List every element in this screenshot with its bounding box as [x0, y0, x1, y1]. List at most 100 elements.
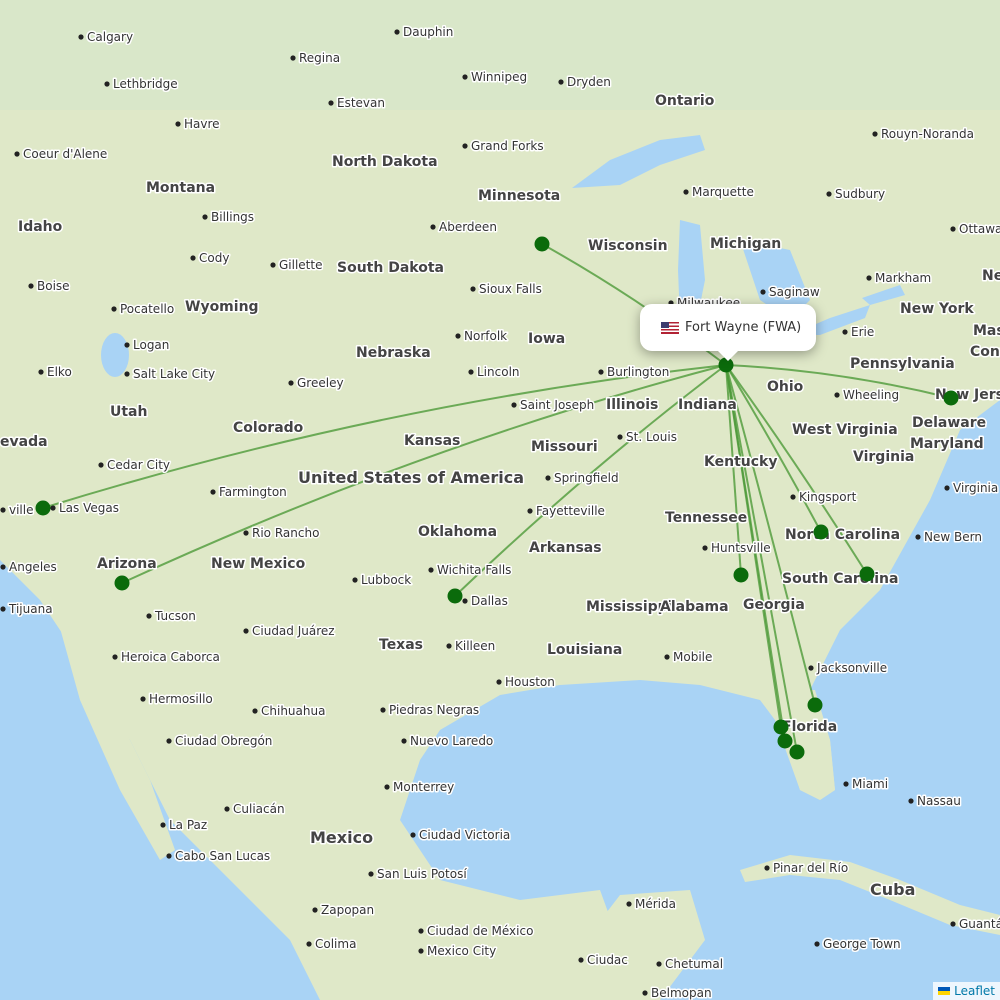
city-label: Billings — [211, 210, 254, 224]
route-map[interactable]: United States of America Mexico Cuba North … — [0, 0, 1000, 1000]
city-dot — [545, 475, 551, 481]
attribution[interactable]: Leaflet — [933, 982, 1000, 1000]
city-dot — [842, 329, 848, 335]
city-label: Coeur d'Alene — [23, 147, 107, 161]
city-label: Greeley — [297, 376, 344, 390]
city-dot — [430, 224, 436, 230]
airport-marker[interactable] — [807, 697, 823, 713]
country-label: Cuba — [870, 880, 915, 899]
region-label: New Mexico — [211, 556, 306, 572]
city-dot — [210, 489, 216, 495]
city-dot — [578, 957, 584, 963]
city-label: Guantá — [959, 917, 1000, 931]
city-dot — [78, 34, 84, 40]
region-label: Michigan — [710, 236, 781, 252]
region-label: Georgia — [743, 597, 805, 613]
city-dot — [0, 507, 6, 513]
city-dot — [50, 505, 56, 511]
airport-marker[interactable] — [114, 575, 130, 591]
region-label: Wyoming — [185, 299, 259, 315]
region-label: Florida — [782, 719, 837, 735]
city-dot — [111, 306, 117, 312]
city-label: Dallas — [471, 594, 508, 608]
city-label: Zapopan — [321, 903, 374, 917]
city-dot — [944, 485, 950, 491]
city-label: Chetumal — [665, 957, 723, 971]
leaflet-link[interactable]: Leaflet — [954, 984, 995, 998]
city-label: Lubbock — [361, 573, 411, 587]
city-label: Ottawa — [959, 222, 1000, 236]
city-label: Cedar City — [107, 458, 170, 472]
airport-marker[interactable] — [777, 733, 793, 749]
city-label: Tijuana — [8, 602, 53, 616]
city-dot — [252, 708, 258, 714]
region-label: South Dakota — [337, 260, 444, 276]
airport-marker[interactable] — [813, 524, 829, 540]
city-label: La Paz — [169, 818, 207, 832]
city-label: George Town — [823, 937, 901, 951]
city-label: Kingsport — [799, 490, 857, 504]
city-label: Miami — [852, 777, 888, 791]
region-label: Indiana — [678, 397, 737, 413]
city-label: Killeen — [455, 639, 495, 653]
city-label: Aberdeen — [439, 220, 497, 234]
city-dot — [224, 806, 230, 812]
city-label: ville — [9, 503, 34, 517]
city-dot — [511, 402, 517, 408]
city-dot — [462, 143, 468, 149]
city-dot — [617, 434, 623, 440]
city-dot — [124, 342, 130, 348]
region-label: North Dakota — [332, 154, 438, 170]
city-label: Burlington — [607, 365, 669, 379]
city-dot — [352, 577, 358, 583]
airport-marker[interactable] — [943, 390, 959, 406]
city-label: Dryden — [567, 75, 611, 89]
city-dot — [380, 707, 386, 713]
airport-marker[interactable] — [733, 567, 749, 583]
airport-marker[interactable] — [789, 744, 805, 760]
city-dot — [166, 738, 172, 744]
region-label: Maryland — [910, 436, 984, 452]
city-label: Wheeling — [843, 388, 899, 402]
airport-marker[interactable] — [534, 236, 550, 252]
city-dot — [843, 781, 849, 787]
city-dot — [98, 462, 104, 468]
city-label: Virginia Be — [953, 481, 1000, 495]
popup-tip — [718, 351, 738, 361]
city-label: Nuevo Laredo — [410, 734, 493, 748]
city-dot — [160, 822, 166, 828]
city-dot — [428, 567, 434, 573]
city-dot — [764, 865, 770, 871]
city-dot — [140, 696, 146, 702]
region-label: Illinois — [606, 397, 658, 413]
city-dot — [112, 654, 118, 660]
airport-marker[interactable] — [859, 566, 875, 582]
city-label: Springfield — [554, 471, 619, 485]
city-dot — [190, 255, 196, 261]
city-dot — [656, 961, 662, 967]
city-label: Houston — [505, 675, 555, 689]
region-label: evada — [0, 434, 48, 450]
city-dot — [496, 679, 502, 685]
city-label: Monterrey — [393, 780, 454, 794]
region-label: Iowa — [528, 331, 565, 347]
region-label: Colorado — [233, 420, 304, 436]
country-label: Mexico — [310, 828, 373, 847]
city-label: Culiacán — [233, 802, 285, 816]
city-label: New Bern — [924, 530, 982, 544]
city-label: Calgary — [87, 30, 133, 44]
city-label: Mérida — [635, 897, 676, 911]
city-dot — [124, 371, 130, 377]
city-label: Angeles — [9, 560, 57, 574]
airport-marker[interactable] — [447, 588, 463, 604]
city-label: Grand Forks — [471, 139, 544, 153]
region-label: New York — [900, 301, 974, 317]
city-label: Logan — [133, 338, 169, 352]
city-label: Saint Joseph — [520, 398, 594, 412]
airport-marker[interactable] — [35, 500, 51, 516]
airport-marker[interactable] — [773, 719, 789, 735]
city-dot — [368, 871, 374, 877]
region-label: Ohio — [767, 379, 804, 395]
city-label: Wichita Falls — [437, 563, 511, 577]
airport-popup[interactable]: Fort Wayne (FWA) — [640, 304, 816, 361]
